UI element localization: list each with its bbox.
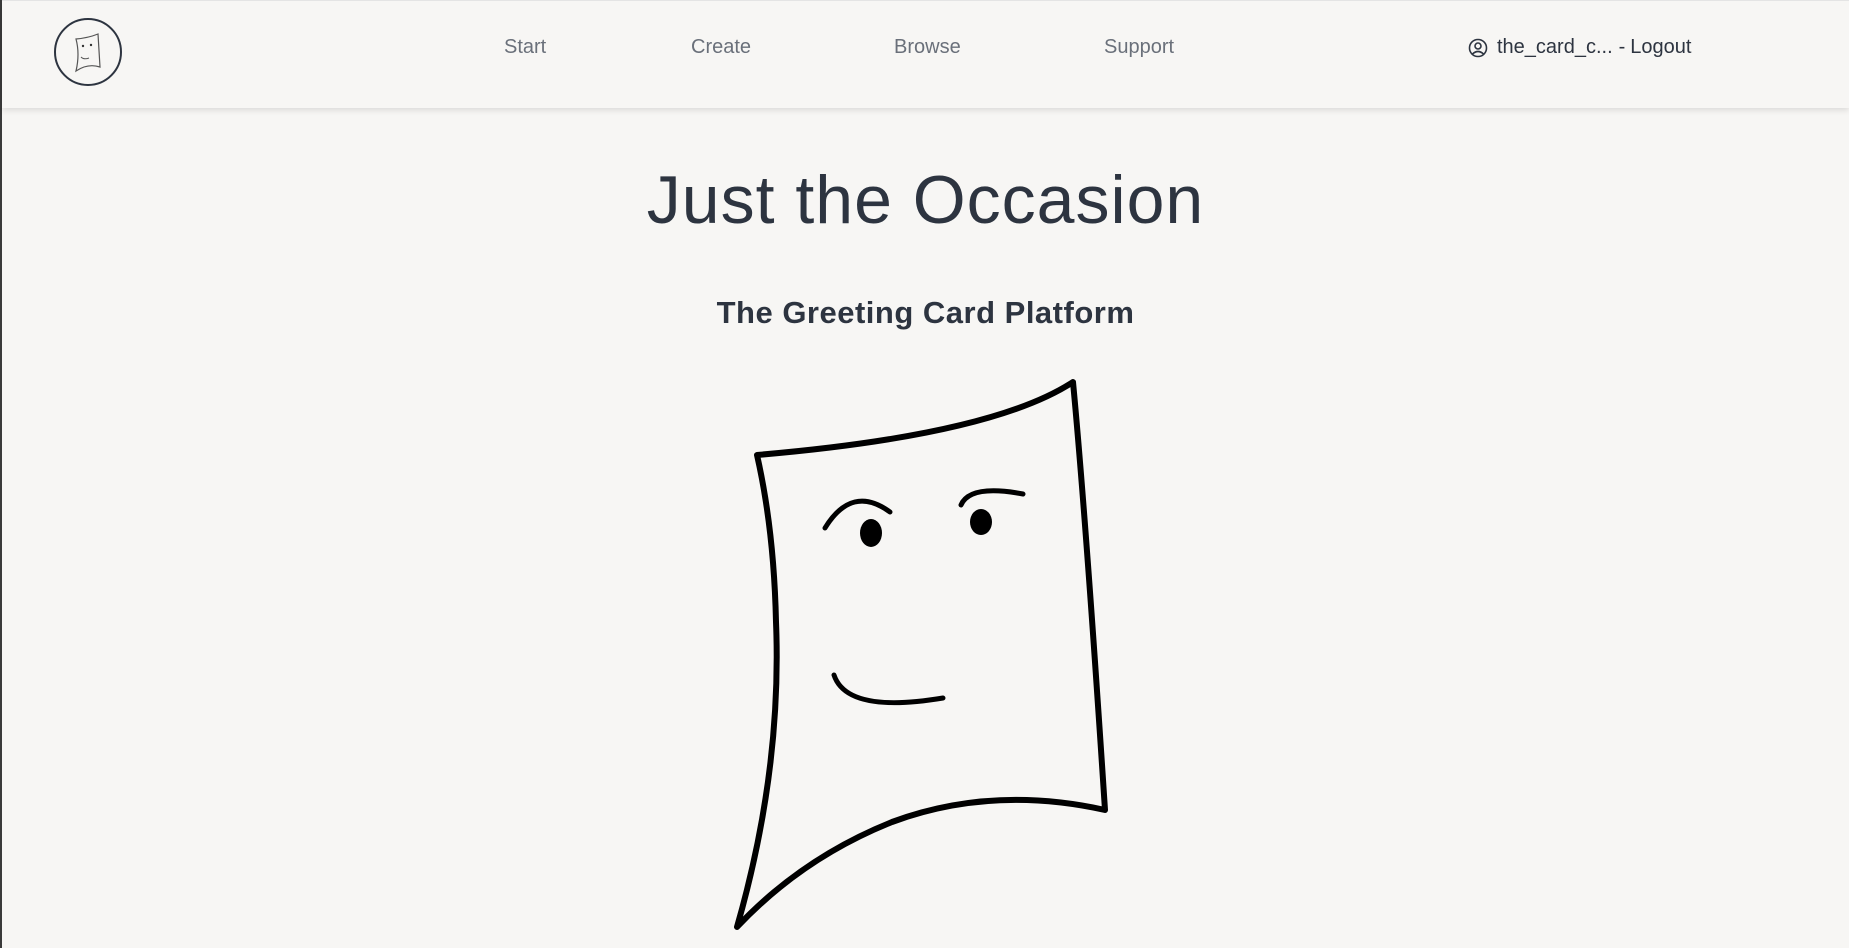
nav-browse-link[interactable]: Browse [894,36,961,59]
page-subtitle: The Greeting Card Platform [716,295,1135,330]
top-navbar: Start Create Browse Support the_card_c..… [2,0,1849,108]
page: Start Create Browse Support the_card_c..… [0,0,1849,948]
user-account-area: the_card_c... - Logout [1468,36,1691,59]
nav-create-link[interactable]: Create [691,36,751,59]
nav-support-link[interactable]: Support [1104,36,1174,59]
user-separator: - [1618,36,1626,58]
smiling-card-illustration [734,379,1108,930]
username-link[interactable]: the_card_c... [1497,36,1613,59]
logout-link[interactable]: Logout [1630,36,1691,59]
nav-start-link[interactable]: Start [504,36,546,59]
page-title: Just the Occasion [646,162,1205,238]
user-circle-icon [1468,38,1488,58]
